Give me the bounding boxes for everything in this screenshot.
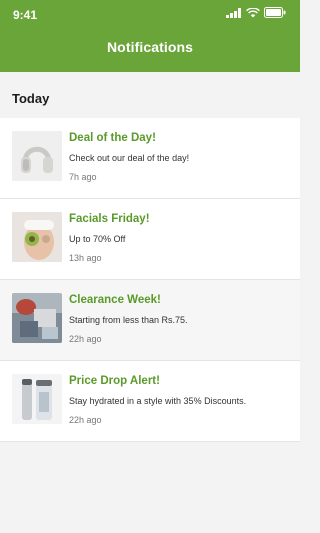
wifi-icon	[246, 5, 260, 23]
notification-text: Starting from less than Rs.75.	[69, 315, 188, 325]
app-header: 9:41 Notifications	[0, 0, 300, 72]
notification-item[interactable]: Clearance Week! Starting from less than …	[0, 280, 300, 361]
notification-title: Deal of the Day!	[69, 132, 156, 144]
notification-list: Deal of the Day! Check out our deal of t…	[0, 118, 300, 442]
battery-icon	[264, 5, 286, 23]
notification-title: Facials Friday!	[69, 213, 150, 225]
notification-text: Up to 70% Off	[69, 234, 126, 244]
notification-text: Check out our deal of the day!	[69, 153, 190, 163]
bottle-image	[12, 374, 62, 424]
notification-item[interactable]: Facials Friday! Up to 70% Off 13h ago	[0, 199, 300, 280]
notification-time: 22h ago	[69, 415, 102, 425]
notification-time: 22h ago	[69, 334, 102, 344]
headphones-image	[12, 131, 62, 181]
section-title-today: Today	[12, 91, 50, 106]
page-title: Notifications	[106, 39, 194, 55]
notification-item[interactable]: Price Drop Alert! Stay hydrated in a sty…	[0, 361, 300, 442]
notification-item[interactable]: Deal of the Day! Check out our deal of t…	[0, 118, 300, 199]
notification-title: Price Drop Alert!	[69, 375, 160, 387]
notification-time: 7h ago	[69, 172, 97, 182]
notification-title: Clearance Week!	[69, 294, 161, 306]
signal-icon	[226, 5, 242, 23]
status-icons	[226, 5, 286, 23]
notification-time: 13h ago	[69, 253, 102, 263]
status-time: 9:41	[13, 8, 38, 22]
status-bar: 9:41	[0, 0, 300, 28]
facial-image	[12, 212, 62, 262]
clothes-image	[12, 293, 62, 343]
notification-text: Stay hydrated in a style with 35% Discou…	[69, 396, 247, 406]
